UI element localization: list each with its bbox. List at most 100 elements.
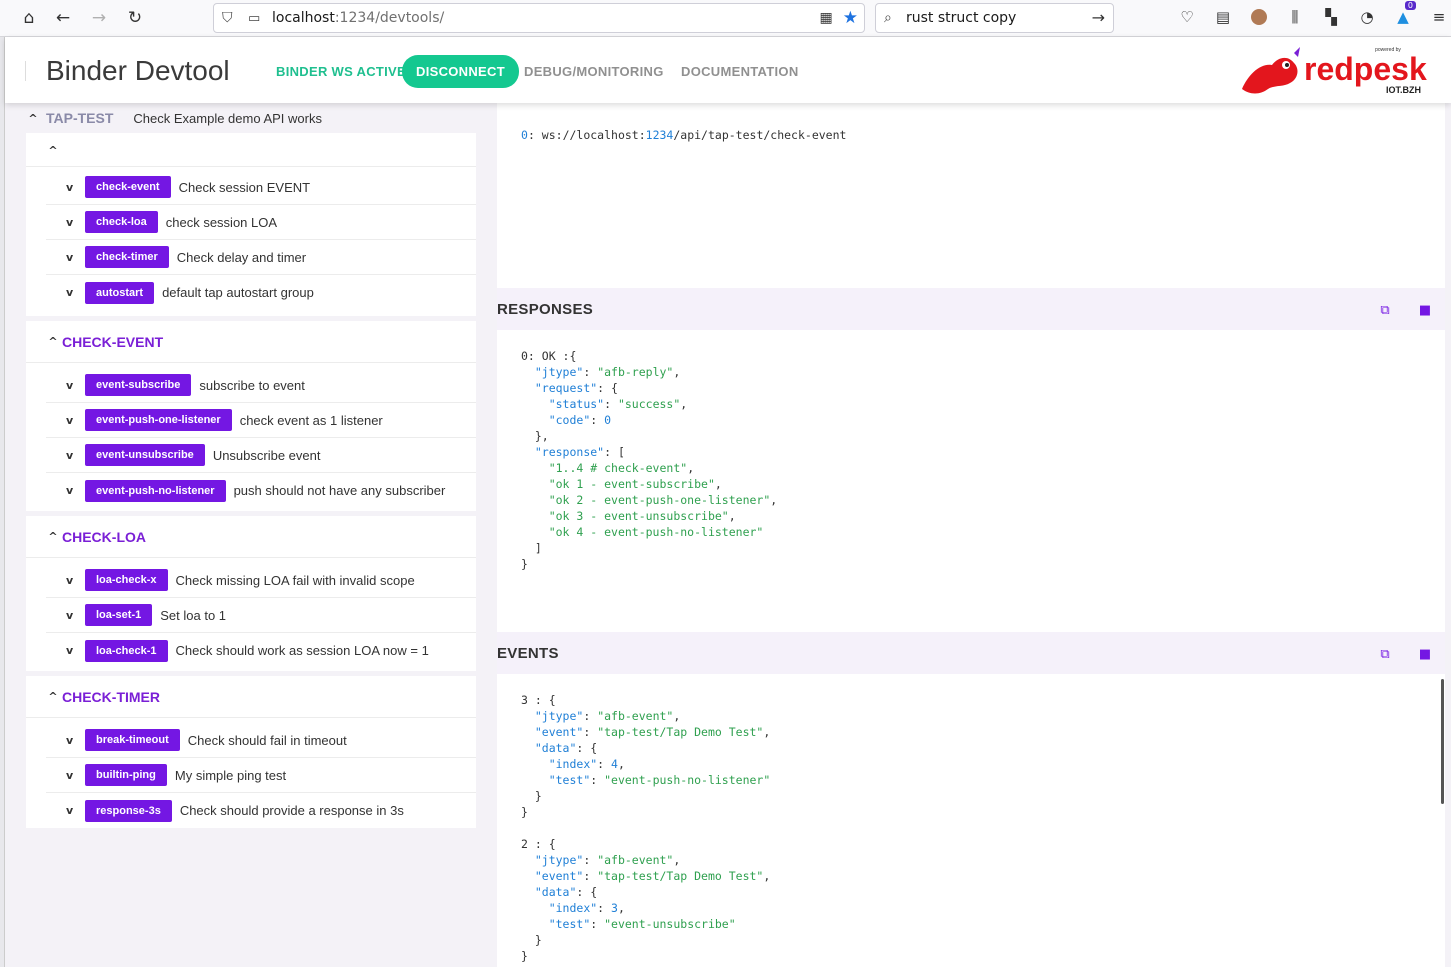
test-description: default tap autostart group (162, 285, 314, 300)
test-tag[interactable]: check-loa (85, 211, 158, 233)
group-header-check-event[interactable]: ^ CHECK-EVENT (26, 321, 476, 363)
test-description: Check should fail in timeout (187, 732, 347, 748)
notification-icon[interactable]: ▲ 0 (1392, 1, 1416, 28)
chevron-down-icon[interactable]: v (66, 484, 82, 497)
extensions-icon[interactable]: ▚ (1320, 6, 1342, 28)
request-log[interactable]: 0: ws://localhost:1234/api/tap-test/chec… (497, 103, 1445, 288)
test-description: Unsubscribe event (212, 447, 321, 463)
chevron-down-icon[interactable]: v (66, 379, 82, 392)
events-header: EVENTS ⧉ ■ (497, 632, 1445, 674)
events-log[interactable]: 3 : { "jtype": "afb-event", "event": "ta… (497, 674, 1445, 967)
events-title: EVENTS (497, 644, 559, 662)
copy-icon[interactable]: ⧉ (1377, 302, 1393, 318)
test-row[interactable]: v loa-set-1 Set loa to 1 (46, 598, 476, 633)
test-tag[interactable]: loa-check-1 (85, 639, 168, 662)
test-description: Check session EVENT (178, 179, 311, 195)
chevron-down-icon[interactable]: v (66, 251, 82, 264)
test-row[interactable]: v event-subscribe subscribe to event (46, 368, 476, 403)
test-tag[interactable]: break-timeout (85, 729, 180, 751)
request-url-prefix: ws://localhost: (541, 128, 646, 142)
test-tag[interactable]: builtin-ping (85, 764, 167, 786)
output-panel: 0: ws://localhost:1234/api/tap-test/chec… (497, 103, 1445, 967)
test-tag[interactable]: event-unsubscribe (85, 444, 205, 466)
bookmark-star-icon[interactable]: ★ (843, 8, 858, 28)
test-row[interactable]: v loa-check-x Check missing LOA fail with … (46, 563, 476, 598)
group-header-check-loa[interactable]: ^ CHECK-LOA (26, 516, 476, 558)
page-icon[interactable]: ▭ (248, 11, 266, 26)
responses-log[interactable]: 0: OK :{ "jtype": "afb-reply", "request"… (497, 330, 1445, 632)
chevron-up-icon[interactable]: ^ (26, 112, 40, 125)
test-row[interactable]: v loa-check-1 Check should work as session… (46, 633, 476, 668)
trash-icon[interactable]: ■ (1417, 302, 1433, 318)
chevron-down-icon[interactable]: v (66, 449, 82, 462)
reload-icon[interactable]: ↻ (120, 3, 150, 33)
group-title: CHECK-LOA (62, 528, 146, 545)
test-row[interactable]: v check-loa check session LOA (46, 205, 476, 240)
test-description: Check should provide a response in 3s (179, 803, 404, 818)
search-bar[interactable]: ⌕ rust struct copy → (875, 3, 1114, 33)
test-description: Check should work as session LOA now = 1 (175, 643, 429, 658)
disconnect-button[interactable]: DISCONNECT (402, 55, 519, 88)
chevron-down-icon[interactable]: v (66, 414, 82, 427)
url-bar[interactable]: ⛉ ▭ localhost:1234/devtools/ ▦ ★ (213, 3, 865, 33)
sync-icon[interactable]: ◔ (1356, 6, 1378, 28)
test-tag[interactable]: event-push-no-listener (85, 479, 226, 502)
group-header-check-timer[interactable]: ^ CHECK-TIMER (26, 676, 476, 718)
reader-view-icon[interactable]: ▤ (1212, 6, 1234, 28)
test-description: check session LOA (165, 214, 278, 230)
test-row[interactable]: v event-push-no-listener push should not h… (46, 473, 476, 508)
copy-icon[interactable]: ⧉ (1377, 646, 1393, 662)
test-tag[interactable]: loa-set-1 (85, 604, 153, 626)
debug-monitoring-link[interactable]: DEBUG/MONITORING (524, 64, 664, 79)
menu-icon[interactable]: ≡ (1428, 6, 1450, 28)
group-card-check-timer: ^ CHECK-TIMER v break-timeout Check should… (26, 676, 476, 828)
chevron-up-icon[interactable]: ^ (46, 144, 60, 157)
test-row[interactable]: v response-3s Check should provide a respo… (46, 793, 476, 828)
qr-icon[interactable]: ▦ (820, 10, 833, 26)
chevron-down-icon[interactable]: v (66, 804, 82, 817)
test-tag[interactable]: loa-check-x (85, 569, 168, 591)
chevron-down-icon[interactable]: v (66, 216, 82, 229)
home-icon[interactable]: ⌂ (14, 3, 44, 33)
test-tag[interactable]: event-subscribe (85, 374, 192, 396)
chevron-down-icon[interactable]: v (66, 181, 82, 194)
chevron-down-icon[interactable]: v (66, 644, 82, 657)
chevron-down-icon[interactable]: v (66, 574, 82, 587)
chevron-up-icon[interactable]: ^ (46, 335, 60, 348)
responses-header: RESPONSES ⧉ ■ (497, 288, 1445, 330)
chevron-up-icon[interactable]: ^ (46, 690, 60, 703)
events-scrollbar[interactable] (1441, 679, 1444, 804)
test-tag[interactable]: response-3s (85, 799, 172, 822)
test-row[interactable]: v event-unsubscribe Unsubscribe event (46, 438, 476, 473)
documentation-link[interactable]: DOCUMENTATION (681, 64, 799, 79)
test-tag[interactable]: check-event (85, 176, 171, 198)
chevron-down-icon[interactable]: v (66, 609, 82, 622)
back-icon[interactable]: ← (48, 3, 78, 33)
test-row[interactable]: v check-event Check session EVENT (46, 170, 476, 205)
tap-test-title: TAP-TEST (46, 110, 114, 126)
trash-icon[interactable]: ■ (1417, 646, 1433, 662)
test-tag[interactable]: check-timer (85, 246, 169, 268)
test-row[interactable]: v check-timer Check delay and timer (46, 240, 476, 275)
test-tag[interactable]: autostart (85, 281, 155, 304)
test-tag[interactable]: event-push-one-listener (85, 409, 232, 431)
ws-status-link[interactable]: BINDER WS ACTIVE (276, 64, 406, 79)
chevron-down-icon[interactable]: v (66, 734, 82, 747)
chevron-down-icon[interactable]: v (66, 769, 82, 782)
pocket-icon[interactable]: ♡ (1176, 6, 1198, 28)
library-icon[interactable]: ⫼ (1284, 6, 1306, 28)
search-go-icon[interactable]: → (1092, 8, 1105, 27)
test-row[interactable]: v break-timeout Check should fail in timeo… (46, 723, 476, 758)
group-header-root[interactable]: ^ (26, 135, 476, 167)
shield-icon[interactable]: ⛉ (222, 10, 242, 26)
tap-test-header[interactable]: ^ TAP-TEST Check Example demo API works (26, 103, 476, 133)
test-row[interactable]: v event-push-one-listener check event as 1… (46, 403, 476, 438)
forward-icon[interactable]: → (84, 3, 114, 33)
test-row[interactable]: v builtin-ping My simple ping test (46, 758, 476, 793)
test-row[interactable]: v autostart default tap autostart group (46, 275, 476, 310)
redpesk-logo[interactable]: powered by redpesk IOT.BZH (1238, 45, 1443, 97)
avatar-icon[interactable] (1248, 6, 1270, 28)
chevron-down-icon[interactable]: v (66, 286, 82, 299)
chevron-up-icon[interactable]: ^ (46, 530, 60, 543)
header-divider (25, 61, 26, 81)
